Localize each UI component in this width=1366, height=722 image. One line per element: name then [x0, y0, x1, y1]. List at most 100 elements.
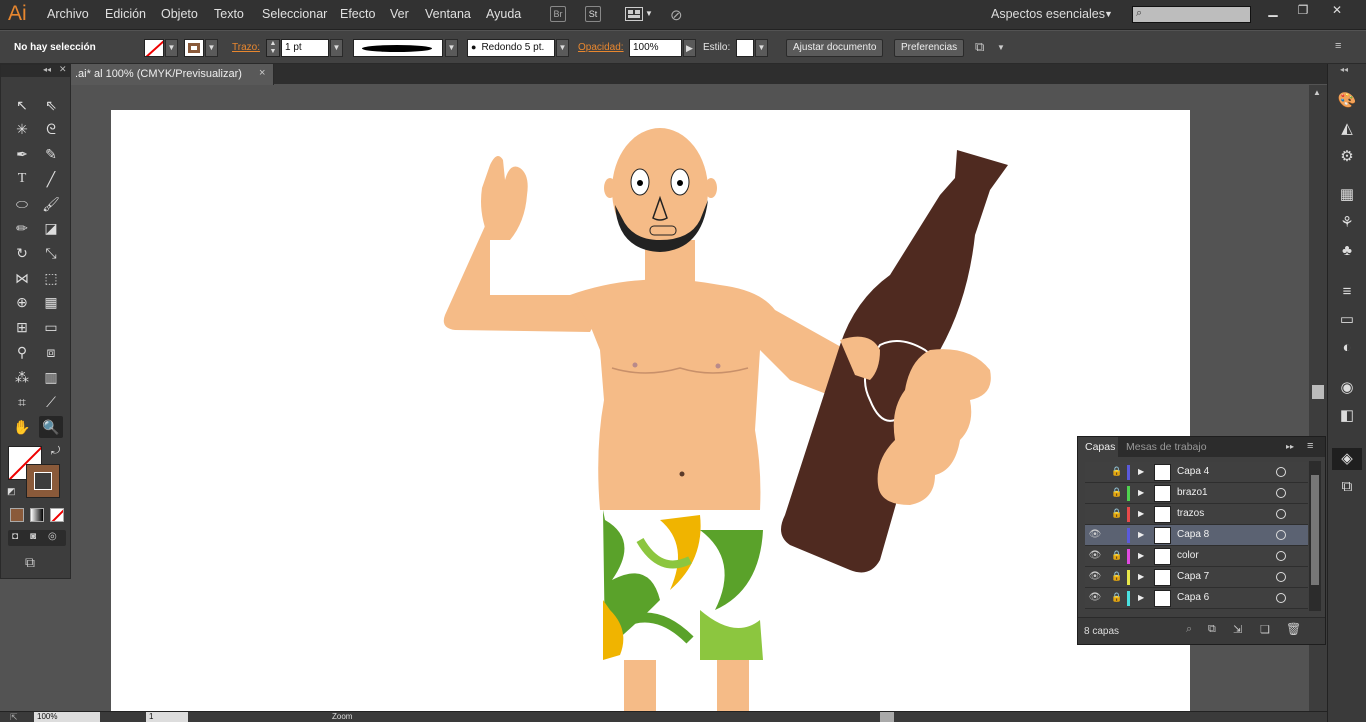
- tab-layers[interactable]: Capas: [1078, 437, 1118, 457]
- scale-tool-icon[interactable]: ⤡: [39, 242, 63, 264]
- target-icon[interactable]: [1276, 467, 1286, 477]
- opacity-label[interactable]: Opacidad:: [578, 42, 624, 53]
- status-mode[interactable]: Zoom: [332, 712, 352, 721]
- artboard-number-field[interactable]: 1: [146, 712, 188, 722]
- expand-panels-icon[interactable]: ◂◂: [1340, 65, 1348, 74]
- new-layer-icon[interactable]: ❏: [1260, 623, 1270, 636]
- clipping-mask-icon[interactable]: ⧉: [1208, 623, 1216, 636]
- draw-inside-icon[interactable]: ◎: [48, 531, 57, 542]
- new-sublayer-icon[interactable]: ⇲: [1233, 623, 1242, 636]
- menu-ver[interactable]: Ver: [390, 7, 409, 21]
- menu-texto[interactable]: Texto: [214, 7, 244, 21]
- curvature-tool-icon[interactable]: ✎: [39, 143, 63, 165]
- direct-selection-tool-icon[interactable]: ⇖: [39, 94, 63, 116]
- graphic-styles-icon[interactable]: ◧: [1336, 405, 1358, 427]
- trash-icon[interactable]: 🗑: [1286, 622, 1301, 636]
- target-icon[interactable]: [1276, 509, 1286, 519]
- tools-panel-header[interactable]: ◂◂ ✕: [1, 64, 70, 77]
- mesh-tool-icon[interactable]: ⊞: [10, 316, 34, 338]
- shape-builder-tool-icon[interactable]: ⊕: [10, 291, 34, 313]
- eye-icon[interactable]: 👁: [1088, 529, 1102, 540]
- target-icon[interactable]: [1276, 593, 1286, 603]
- line-tool-icon[interactable]: ╱: [39, 168, 63, 190]
- eye-icon[interactable]: 👁: [1088, 592, 1102, 603]
- eraser-tool-icon[interactable]: ◪: [39, 217, 63, 239]
- stroke-weight-field[interactable]: 1 pt: [281, 39, 329, 57]
- opacity-slider-toggle[interactable]: ▶: [683, 39, 696, 57]
- minimize-button[interactable]: ▁: [1262, 3, 1284, 17]
- layer-name[interactable]: Capa 7: [1177, 571, 1209, 582]
- opacity-field[interactable]: 100%: [629, 39, 682, 57]
- layer-row[interactable]: 🔒 ▶ trazos: [1085, 504, 1308, 525]
- brushes-icon[interactable]: ⚘: [1336, 212, 1358, 234]
- color-panel-icon[interactable]: 🎨: [1336, 90, 1358, 112]
- layer-name[interactable]: color: [1177, 550, 1199, 561]
- pencil-tool-icon[interactable]: ✏: [10, 217, 34, 239]
- menu-efecto[interactable]: Efecto: [340, 7, 375, 21]
- layer-row[interactable]: 🔒 ▶ Capa 4: [1085, 462, 1308, 483]
- eye-icon[interactable]: 👁: [1088, 571, 1102, 582]
- tab-artboards[interactable]: Mesas de trabajo: [1126, 441, 1207, 453]
- gradient-tool-icon[interactable]: ▭: [39, 316, 63, 338]
- symbols-icon[interactable]: ♣: [1336, 240, 1358, 262]
- close-window-button[interactable]: ✕: [1326, 3, 1348, 17]
- brush-definition[interactable]: ● Redondo 5 pt.: [467, 39, 555, 57]
- eye-icon[interactable]: 👁: [1088, 550, 1102, 561]
- fill-dropdown[interactable]: ▼: [165, 39, 178, 57]
- expand-icon[interactable]: ▶: [1138, 488, 1144, 497]
- stroke-stepper[interactable]: ▲ ▼: [266, 39, 280, 57]
- stroke-swatch[interactable]: [184, 39, 204, 57]
- profile-dropdown[interactable]: ▼: [445, 39, 458, 57]
- chevron-down-icon[interactable]: ▼: [645, 9, 653, 18]
- color-mode-icon[interactable]: [10, 508, 24, 522]
- workspace-switcher[interactable]: Aspectos esenciales: [991, 7, 1105, 21]
- chevron-down-icon[interactable]: ▼: [1104, 9, 1113, 19]
- scroll-thumb[interactable]: [1312, 385, 1324, 399]
- lock-icon[interactable]: 🔒: [1111, 550, 1122, 561]
- collapse-icon[interactable]: ◂◂: [43, 65, 51, 74]
- swatches-icon[interactable]: ▦: [1336, 184, 1358, 206]
- layer-row[interactable]: 👁 🔒 ▶ Capa 6: [1085, 588, 1308, 609]
- target-icon[interactable]: [1276, 572, 1286, 582]
- target-icon[interactable]: [1276, 530, 1286, 540]
- target-icon[interactable]: [1276, 488, 1286, 498]
- stroke-dropdown[interactable]: ▼: [205, 39, 218, 57]
- bridge-icon[interactable]: Br: [550, 6, 566, 22]
- target-icon[interactable]: [1276, 551, 1286, 561]
- gpu-performance-icon[interactable]: ⊘: [670, 6, 683, 24]
- gradient-mode-icon[interactable]: [30, 508, 44, 522]
- fill-swatch[interactable]: [144, 39, 164, 57]
- color-guide-icon[interactable]: ◭: [1336, 118, 1358, 140]
- artboard[interactable]: [111, 110, 1190, 715]
- pen-tool-icon[interactable]: ✒: [10, 143, 34, 165]
- eyedropper-tool-icon[interactable]: ⚲: [10, 341, 34, 363]
- menu-seleccionar[interactable]: Seleccionar: [262, 7, 327, 21]
- symbol-sprayer-tool-icon[interactable]: ⁂: [10, 366, 34, 388]
- draw-behind-icon[interactable]: ◙: [30, 531, 36, 542]
- stroke-weight-label[interactable]: Trazo:: [232, 42, 260, 53]
- brush-dropdown[interactable]: ▼: [556, 39, 569, 57]
- preferences-button[interactable]: Preferencias: [894, 39, 965, 57]
- width-tool-icon[interactable]: ⋈: [10, 267, 34, 289]
- lock-icon[interactable]: 🔒: [1111, 592, 1122, 603]
- draw-normal-icon[interactable]: ◘: [12, 531, 18, 542]
- layers-panel-icon[interactable]: ◈: [1332, 448, 1362, 470]
- layer-row[interactable]: 🔒 ▶ brazo1: [1085, 483, 1308, 504]
- expand-icon[interactable]: ▶: [1138, 530, 1144, 539]
- drawing-modes[interactable]: ◘ ◙ ◎: [8, 530, 66, 546]
- help-search-input[interactable]: ⌕: [1132, 6, 1251, 23]
- scroll-up-icon[interactable]: ▲: [1313, 88, 1321, 97]
- horizontal-scroll-thumb[interactable]: [880, 712, 894, 722]
- expand-icon[interactable]: ▶: [1138, 551, 1144, 560]
- screen-mode-icon[interactable]: ⧉: [25, 554, 35, 571]
- layers-scrollbar[interactable]: [1309, 461, 1321, 611]
- swap-colors-icon[interactable]: ⤾: [51, 445, 60, 458]
- layer-row[interactable]: 👁 🔒 ▶ color: [1085, 546, 1308, 567]
- stroke-panel-icon[interactable]: ≡: [1336, 281, 1358, 303]
- lock-icon[interactable]: 🔒: [1111, 508, 1122, 519]
- export-icon[interactable]: ⇱: [10, 712, 18, 722]
- layer-name[interactable]: Capa 4: [1177, 466, 1209, 477]
- ellipse-tool-icon[interactable]: ⬭: [10, 193, 34, 215]
- locate-object-icon[interactable]: ⌕: [1186, 623, 1192, 636]
- hand-tool-icon[interactable]: ✋: [10, 416, 34, 438]
